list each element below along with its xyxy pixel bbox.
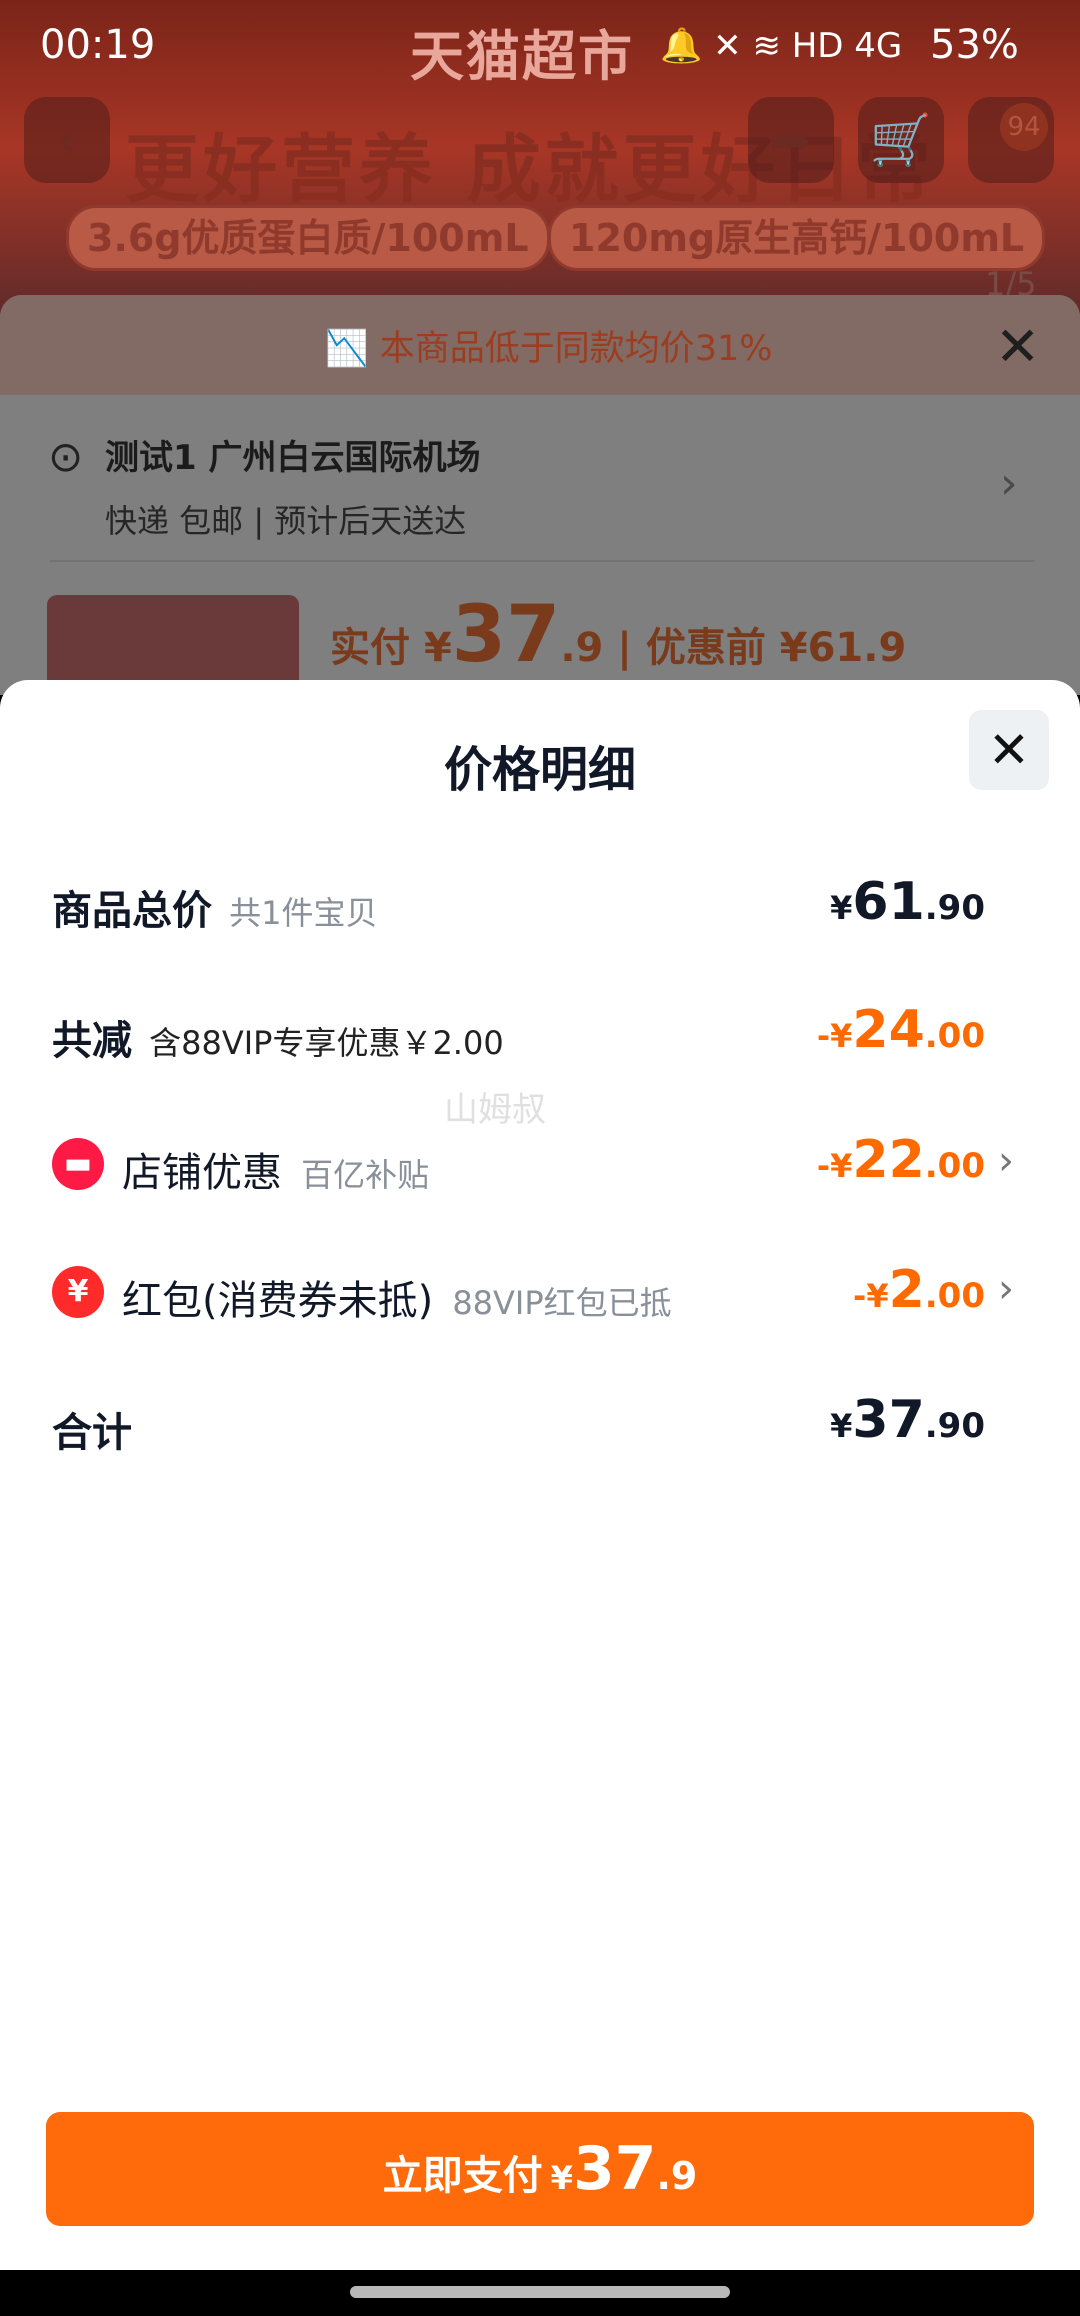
price-banner-text: 📉 本商品低于同款均价31% — [325, 329, 773, 369]
close-icon: ✕ — [988, 721, 1030, 779]
brand-title: 天猫超市 — [410, 25, 634, 88]
cart-badge: 94 — [1000, 103, 1048, 151]
row-sub: 共1件宝贝 — [229, 894, 378, 932]
product-price: 实付 ¥37.9 | 优惠前 ¥61.9 — [330, 590, 907, 680]
divider — [50, 560, 1035, 562]
address-text[interactable]: 测试1 广州白云国际机场 — [105, 430, 481, 479]
shop-discount-row[interactable]: 店铺优惠 百亿补贴 — [122, 1140, 429, 1198]
calcium-chip: 120mg原生高钙/100mL — [548, 205, 1046, 271]
shop-icon: ▬ — [52, 1138, 104, 1190]
grand-total-row: 合计 — [52, 1400, 132, 1458]
total-goods-amount: ¥61.90 — [830, 872, 985, 932]
share-button[interactable]: ➦ — [748, 97, 834, 183]
red-packet-amount: -¥2.00 — [853, 1260, 985, 1320]
row-label: 店铺优惠 — [122, 1150, 282, 1196]
total-goods-row: 商品总价 共1件宝贝 — [52, 878, 377, 936]
total-discount-amount: -¥24.00 — [816, 1000, 985, 1060]
delivery-text: 快递 包邮 | 预计后天送达 — [105, 502, 467, 540]
cart-button[interactable]: 🛒 — [858, 97, 944, 183]
chevron-right-icon[interactable]: › — [998, 1266, 1014, 1312]
red-packet-row[interactable]: 红包(消费券未抵) 88VIP红包已抵 — [122, 1268, 672, 1326]
close-icon[interactable]: ✕ — [995, 315, 1040, 378]
chevron-right-icon[interactable]: › — [1000, 458, 1018, 509]
home-indicator[interactable] — [350, 2286, 730, 2298]
row-label: 红包(消费券未抵) — [122, 1278, 434, 1324]
shop-discount-amount: -¥22.00 — [816, 1130, 985, 1190]
chevron-left-icon: ‹ — [57, 111, 77, 169]
row-sub: 含88VIP专享优惠￥2.00 — [149, 1024, 504, 1062]
status-time: 00:19 — [40, 22, 156, 68]
protein-chip: 3.6g优质蛋白质/100mL — [66, 205, 550, 271]
chevron-right-icon[interactable]: › — [998, 1138, 1014, 1184]
row-label: 合计 — [52, 1410, 132, 1456]
location-pin-icon: ⊙ — [48, 432, 84, 481]
share-icon: ➦ — [770, 111, 812, 169]
grand-total-amount: ¥37.90 — [830, 1390, 985, 1450]
back-button[interactable]: ‹ — [24, 97, 110, 183]
trend-icon: 📉 — [325, 329, 369, 369]
battery-level: 53% — [930, 22, 1019, 68]
close-button[interactable]: ✕ — [969, 710, 1049, 790]
row-sub: 88VIP红包已抵 — [452, 1284, 672, 1322]
cart-icon: 🛒 — [869, 111, 933, 169]
sheet-title: 价格明细 — [443, 742, 636, 798]
red-packet-icon: ¥ — [52, 1266, 104, 1318]
status-icons: 🔔 ✕ ≋ HD 4G — [660, 26, 903, 66]
watermark: 山姆叔 — [444, 1090, 546, 1130]
total-discount-row: 共减 含88VIP专享优惠￥2.00 — [52, 1008, 504, 1066]
row-label: 共减 — [52, 1018, 132, 1064]
pay-now-button[interactable]: 立即支付 ¥37.9 — [46, 2112, 1034, 2226]
row-label: 商品总价 — [52, 888, 212, 934]
row-sub: 百亿补贴 — [301, 1156, 430, 1194]
